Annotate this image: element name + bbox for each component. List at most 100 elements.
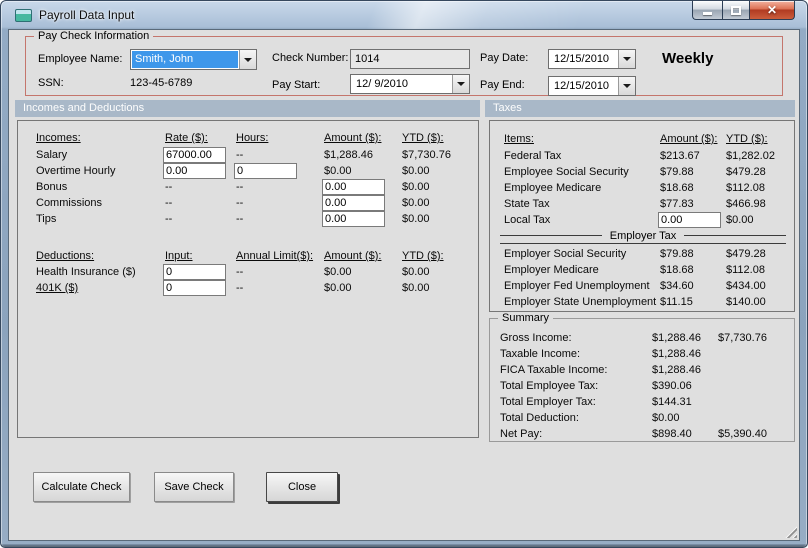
tax-amount: $77.83 xyxy=(660,198,694,210)
tax-ytd: $112.08 xyxy=(726,182,765,194)
income-name: Tips xyxy=(36,213,57,225)
pay-date-dropdown-button[interactable] xyxy=(618,50,635,68)
tax-row-federal: Federal Tax $213.67 $1,282.02 xyxy=(490,149,794,165)
tax-ytd: $479.28 xyxy=(726,248,766,260)
401k-input[interactable] xyxy=(163,280,226,296)
tax-name: Employee Social Security xyxy=(504,166,629,178)
summary-row-taxable-income: Taxable Income: $1,288.46 xyxy=(490,347,794,363)
chevron-down-icon xyxy=(623,84,631,88)
deduction-401k-link[interactable]: 401K ($) xyxy=(36,282,78,295)
pay-end-label: Pay End: xyxy=(480,79,525,91)
incomes-col-header: Incomes: xyxy=(36,132,81,144)
minimize-button[interactable] xyxy=(692,1,722,20)
tax-amount: $79.88 xyxy=(660,166,694,178)
overtime-hours-input[interactable] xyxy=(234,163,297,179)
income-amount: $0.00 xyxy=(324,165,352,177)
amount-col-header: Amount ($): xyxy=(324,132,382,144)
taxes-band: Taxes xyxy=(485,100,795,117)
ssn-value: 123-45-6789 xyxy=(130,77,193,89)
chevron-down-icon xyxy=(623,57,631,61)
tax-name: Employee Medicare xyxy=(504,182,602,194)
summary-row-gross-income: Gross Income: $1,288.46 $7,730.76 xyxy=(490,331,794,347)
summary-row-fica-taxable-income: FICA Taxable Income: $1,288.46 xyxy=(490,363,794,379)
tax-row-state: State Tax $77.83 $466.98 xyxy=(490,197,794,213)
summary-label: Total Employee Tax: xyxy=(500,380,599,392)
tax-amount: $11.15 xyxy=(660,296,693,308)
summary-row-total-deduction: Total Deduction: $0.00 xyxy=(490,411,794,427)
summary-label: Total Deduction: xyxy=(500,412,579,424)
incomes-header-row: Incomes: Rate ($): Hours: Amount ($): YT… xyxy=(18,131,478,147)
pay-end-picker[interactable]: 12/15/2010 xyxy=(548,76,636,96)
check-number-field[interactable]: 1014 xyxy=(350,49,470,69)
local-tax-input[interactable] xyxy=(658,212,721,228)
bonus-amount-input[interactable] xyxy=(322,179,385,195)
employee-name-combobox[interactable]: Smith, John xyxy=(130,49,257,70)
app-icon xyxy=(15,9,32,22)
hours-col-header: Hours: xyxy=(236,132,269,144)
amount-col-header: Amount ($): xyxy=(324,250,382,262)
employee-name-selected-value: Smith, John xyxy=(132,51,238,68)
title-bar[interactable]: Payroll Data Input xyxy=(1,1,807,29)
deduction-limit: -- xyxy=(236,282,244,294)
close-window-button[interactable] xyxy=(750,1,795,20)
tips-amount-input[interactable] xyxy=(322,211,385,227)
summary-ytd: $5,390.40 xyxy=(718,428,767,440)
resize-grip-icon[interactable] xyxy=(784,525,797,538)
amount-col-header: Amount ($): xyxy=(660,133,718,145)
tax-amount: $79.88 xyxy=(660,248,694,260)
income-name: Salary xyxy=(36,149,68,161)
income-hours: -- xyxy=(236,197,244,209)
income-row-commissions: Commissions -- -- $0.00 xyxy=(18,195,478,212)
maximize-button[interactable] xyxy=(722,1,750,20)
income-ytd: $0.00 xyxy=(402,213,430,225)
income-row-salary: Salary -- $1,288.46 $7,730.76 xyxy=(18,147,478,164)
income-ytd: $0.00 xyxy=(402,165,430,177)
health-insurance-input[interactable] xyxy=(163,264,226,280)
summary-amount: $0.00 xyxy=(652,412,680,424)
summary-label: Taxable Income: xyxy=(500,348,581,360)
summary-amount: $1,288.46 xyxy=(652,364,701,376)
input-col-header: Input: xyxy=(165,250,193,262)
commissions-amount-input[interactable] xyxy=(322,195,385,211)
tax-name: Federal Tax xyxy=(504,150,562,162)
income-ytd: $0.00 xyxy=(402,181,430,193)
tax-ytd: $479.28 xyxy=(726,166,766,178)
tax-row-employee-medicare: Employee Medicare $18.68 $112.08 xyxy=(490,181,794,197)
close-button[interactable]: Close xyxy=(266,472,338,502)
summary-amount: $390.06 xyxy=(652,380,692,392)
pay-start-label: Pay Start: xyxy=(272,79,321,91)
pay-start-picker[interactable]: 12/ 9/2010 xyxy=(350,74,470,94)
summary-row-total-employer-tax: Total Employer Tax: $144.31 xyxy=(490,395,794,411)
tax-row-employer-fed-unemployment: Employer Fed Unemployment $34.60 $434.00 xyxy=(490,279,794,295)
salary-rate-input[interactable] xyxy=(163,147,226,163)
deduction-amount: $0.00 xyxy=(324,266,352,278)
income-hours: -- xyxy=(236,213,244,225)
tax-amount: $18.68 xyxy=(660,182,694,194)
income-amount: $1,288.46 xyxy=(324,149,373,161)
pay-frequency-label: Weekly xyxy=(662,50,714,67)
income-name: Overtime Hourly xyxy=(36,165,116,177)
window-controls xyxy=(692,1,795,20)
tax-ytd: $112.08 xyxy=(726,264,765,276)
overtime-rate-input[interactable] xyxy=(163,163,226,179)
pay-start-dropdown-button[interactable] xyxy=(452,75,469,93)
pay-end-dropdown-button[interactable] xyxy=(618,77,635,95)
income-hours: -- xyxy=(236,149,244,161)
minimize-icon xyxy=(703,12,712,15)
tax-ytd: $434.00 xyxy=(726,280,766,292)
pay-date-picker[interactable]: 12/15/2010 xyxy=(548,49,636,69)
ssn-label: SSN: xyxy=(38,77,64,89)
employee-name-dropdown-button[interactable] xyxy=(239,50,256,69)
employer-tax-separator: Employer Tax xyxy=(500,227,786,244)
maximize-icon xyxy=(731,5,741,15)
employee-name-label: Employee Name: xyxy=(38,53,123,65)
payroll-data-input-window: Payroll Data Input Pay Check Information… xyxy=(0,0,808,548)
calculate-check-button[interactable]: Calculate Check xyxy=(33,472,130,502)
tax-amount: $34.60 xyxy=(660,280,694,292)
save-check-button[interactable]: Save Check xyxy=(154,472,234,502)
summary-row-total-employee-tax: Total Employee Tax: $390.06 xyxy=(490,379,794,395)
summary-amount: $1,288.46 xyxy=(652,348,701,360)
deduction-row-401k: 401K ($) -- $0.00 $0.00 xyxy=(18,280,478,297)
income-rate: -- xyxy=(165,181,173,193)
tax-row-employer-social-security: Employer Social Security $79.88 $479.28 xyxy=(490,247,794,263)
